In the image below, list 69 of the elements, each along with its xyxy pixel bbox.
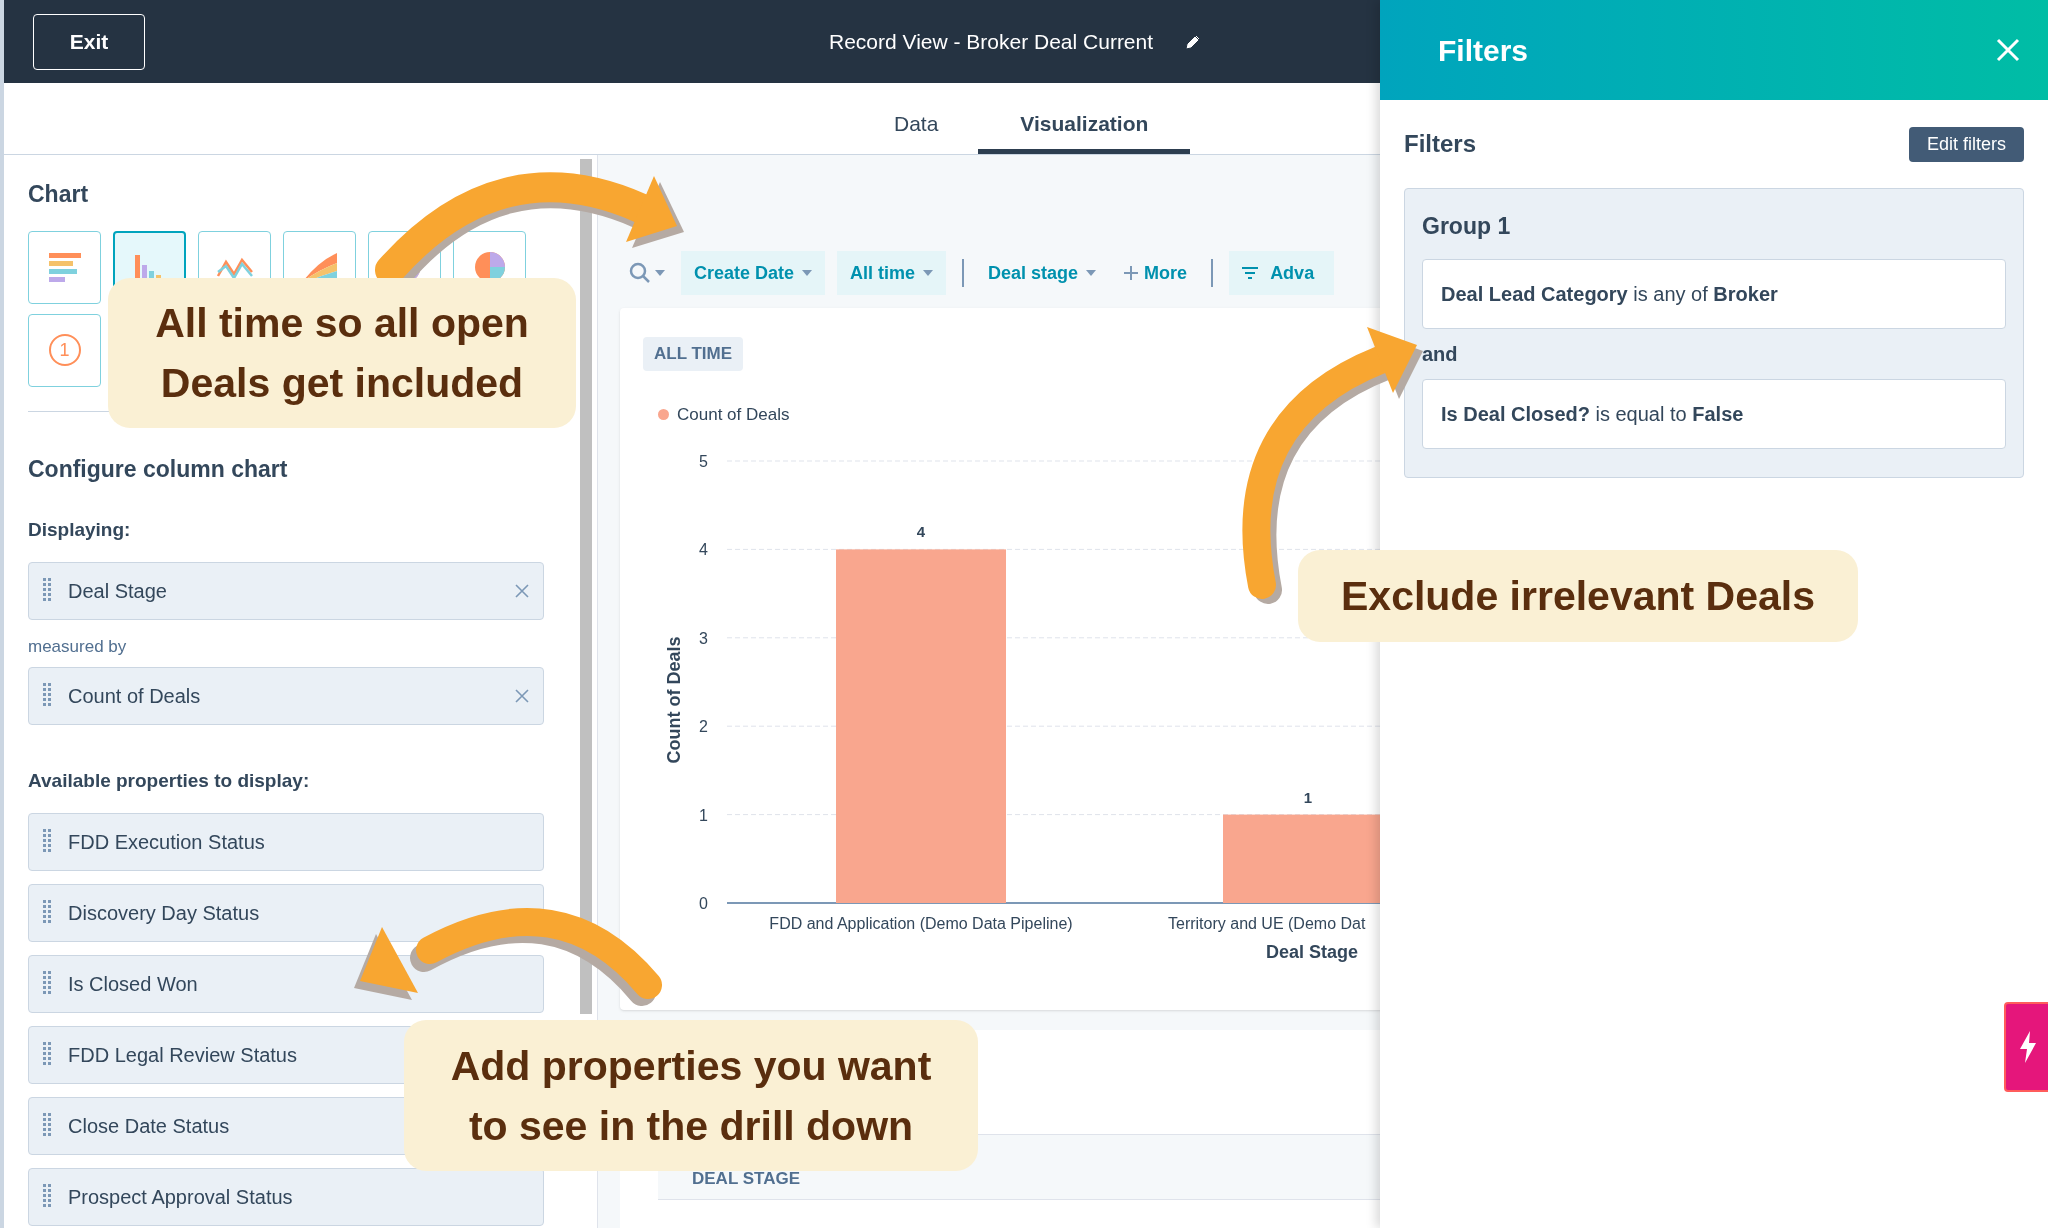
field-label: Available properties to display: bbox=[28, 769, 311, 793]
property-name: FDD Legal Review Status bbox=[68, 1042, 297, 1068]
section-heading: Configure column chart bbox=[28, 454, 289, 484]
filter-condition[interactable]: Is Deal Closed? is equal to False bbox=[1422, 378, 2006, 449]
tab[interactable]: Data bbox=[858, 98, 975, 154]
property-chip[interactable]: Is Closed Won bbox=[28, 954, 544, 1013]
drag-handle-icon[interactable] bbox=[43, 970, 51, 997]
property-chip[interactable]: Count of Deals bbox=[28, 667, 544, 725]
category-label: Territory and UE (Demo Dat bbox=[1168, 915, 1366, 932]
search-icon bbox=[629, 262, 651, 284]
axis-title: Deal Stage bbox=[1266, 942, 1358, 962]
field-label: measured by bbox=[28, 635, 128, 658]
callout-tooltip: All time so all open Deals get included bbox=[108, 278, 576, 428]
section-heading: Filters bbox=[1404, 129, 1477, 159]
callout-tooltip: Exclude irrelevant Deals bbox=[1298, 550, 1858, 642]
property-chip[interactable]: Deal Stage bbox=[28, 561, 544, 620]
axis-tick-label: 3 bbox=[699, 629, 708, 647]
chart-type-button[interactable] bbox=[28, 230, 101, 304]
window-title: Record View - Broker Deal Current bbox=[829, 28, 1154, 55]
bar-chart-icon bbox=[46, 251, 83, 283]
axis-tick-label: 5 bbox=[699, 453, 708, 470]
scrollbar[interactable] bbox=[579, 159, 592, 1014]
exit-button[interactable]: Exit bbox=[33, 13, 145, 70]
lightning-tab[interactable] bbox=[2004, 1002, 2048, 1092]
property-name: Count of Deals bbox=[68, 684, 201, 709]
data-label: 4 bbox=[916, 523, 926, 541]
property-name: Deal Stage bbox=[68, 578, 167, 604]
plus-icon bbox=[1124, 266, 1139, 280]
drag-handle-icon[interactable] bbox=[43, 828, 51, 855]
caret-icon bbox=[802, 270, 813, 276]
property-name: Close Date Status bbox=[68, 1113, 230, 1139]
axis-tick-label: 4 bbox=[699, 541, 708, 559]
column-header: DEAL STAGE bbox=[692, 1168, 800, 1191]
caret-icon bbox=[923, 270, 934, 276]
axis-tick-label: 1 bbox=[699, 806, 708, 824]
property-chip[interactable]: Prospect Approval Status bbox=[28, 1167, 544, 1226]
property-name: Is Closed Won bbox=[68, 971, 198, 997]
drag-handle-icon[interactable] bbox=[43, 577, 51, 604]
filter-condition[interactable]: Deal Lead Category is any of Broker bbox=[1422, 258, 2006, 329]
property-name: FDD Execution Status bbox=[68, 829, 265, 855]
property-chip[interactable]: Discovery Day Status bbox=[28, 883, 544, 942]
time-range-badge: ALL TIME bbox=[643, 337, 744, 371]
axis-tick-label: 2 bbox=[699, 718, 708, 736]
panel-title: Filters bbox=[1438, 32, 1529, 69]
joiner-label: and bbox=[1422, 341, 1459, 367]
filter-icon bbox=[1242, 267, 1259, 279]
close-icon[interactable] bbox=[515, 583, 529, 598]
caret-icon bbox=[655, 270, 665, 276]
property-name: Discovery Day Status bbox=[68, 900, 260, 926]
section-heading: Chart bbox=[28, 180, 90, 209]
drag-handle-icon[interactable] bbox=[43, 1183, 51, 1210]
callout-tooltip: Add properties you want to see in the drill down bbox=[404, 1020, 978, 1171]
group-title: Group 1 bbox=[1422, 212, 1512, 241]
caret-icon bbox=[1086, 270, 1097, 276]
drag-handle-icon[interactable] bbox=[43, 1112, 51, 1139]
axis-tick-label: 0 bbox=[699, 895, 708, 912]
drag-handle-icon[interactable] bbox=[43, 683, 51, 709]
drag-handle-icon[interactable] bbox=[43, 899, 51, 926]
drag-handle-icon[interactable] bbox=[43, 1041, 51, 1068]
property-chip[interactable]: FDD Execution Status bbox=[28, 812, 544, 871]
lightning-icon bbox=[2018, 1031, 2038, 1063]
close-icon[interactable] bbox=[515, 689, 529, 703]
category-label: FDD and Application (Demo Data Pipeline) bbox=[769, 915, 1073, 932]
axis-title: Count of Deals bbox=[664, 636, 684, 764]
property-name: Prospect Approval Status bbox=[68, 1184, 293, 1210]
field-label: Displaying: bbox=[28, 518, 132, 542]
edit-filters-button[interactable]: Edit filters bbox=[1908, 126, 2024, 162]
data-label: 1 bbox=[1303, 788, 1313, 806]
legend-label: Count of Deals bbox=[677, 404, 790, 426]
